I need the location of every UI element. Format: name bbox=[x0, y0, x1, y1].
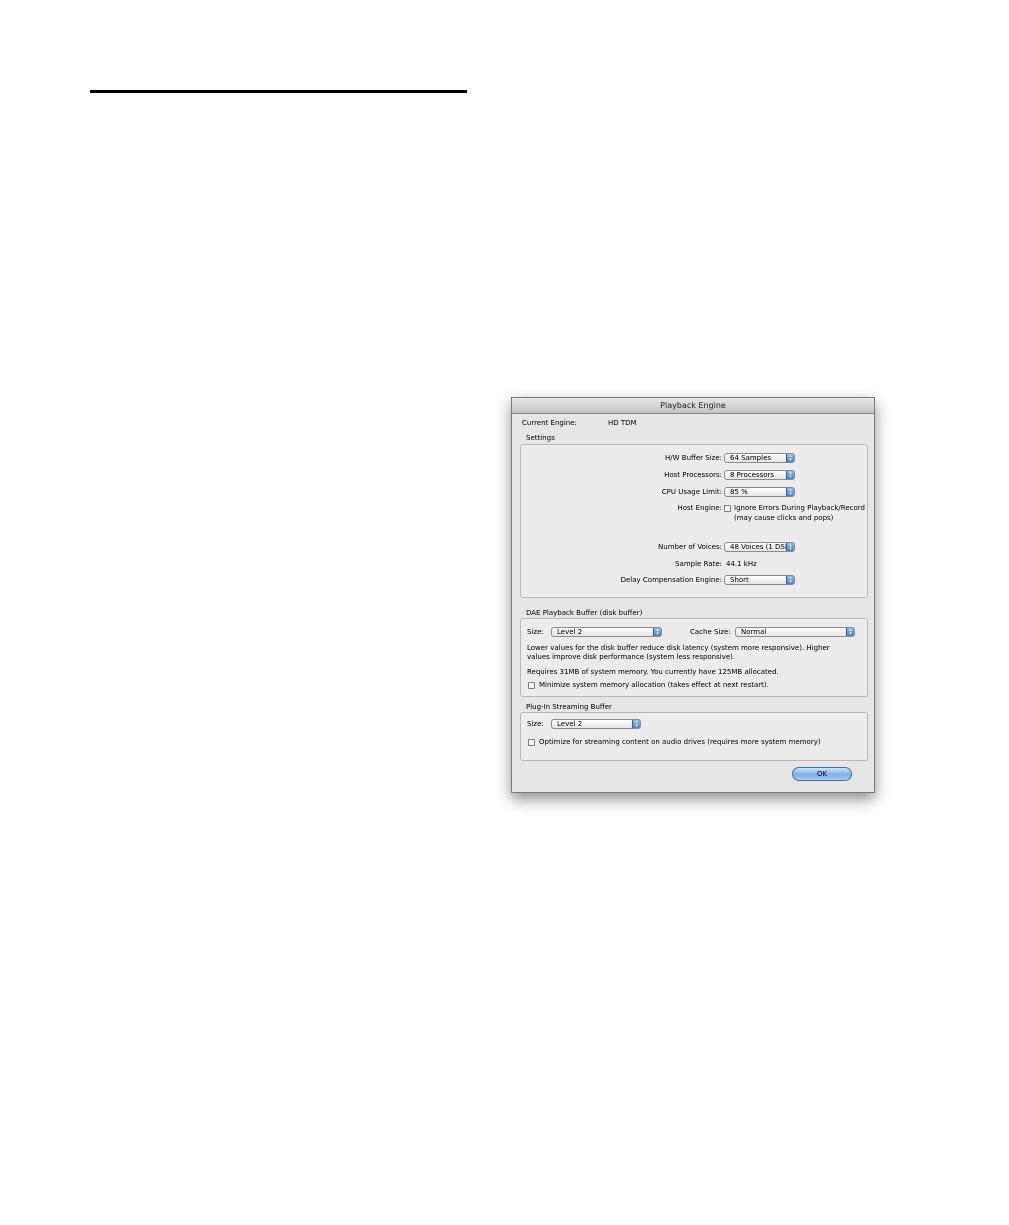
dae-buffer-group-label: DAE Playback Buffer (disk buffer) bbox=[526, 609, 643, 617]
delay-comp-popup[interactable]: Short ▴ ▾ bbox=[724, 575, 795, 585]
dae-buffer-group: Size: Level 2 ▴ ▾ Cache Size: Normal ▴ ▾ L… bbox=[520, 618, 868, 697]
ok-button[interactable]: OK bbox=[792, 767, 852, 781]
optimize-streaming-checkbox[interactable] bbox=[528, 739, 535, 746]
delay-comp-label: Delay Compensation Engine: bbox=[620, 576, 722, 584]
playback-engine-dialog: Playback Engine Current Engine: HD TDM S… bbox=[511, 397, 875, 793]
plugin-buffer-group-label: Plug-In Streaming Buffer bbox=[526, 703, 612, 711]
memory-note: Requires 31MB of system memory. You curr… bbox=[527, 668, 779, 676]
current-engine-label: Current Engine: bbox=[522, 419, 577, 427]
dae-size-popup[interactable]: Level 2 ▴ ▾ bbox=[551, 627, 662, 637]
plugin-size-popup[interactable]: Level 2 ▴ ▾ bbox=[551, 719, 641, 729]
window-title: Playback Engine bbox=[512, 398, 874, 414]
settings-group: H/W Buffer Size: 64 Samples ▴ ▾ Host Proc… bbox=[520, 444, 868, 598]
updown-arrows-icon: ▴ ▾ bbox=[653, 628, 661, 636]
updown-arrows-icon: ▴ ▾ bbox=[786, 488, 794, 496]
cpu-usage-value: 85 % bbox=[730, 488, 748, 496]
host-engine-note: (may cause clicks and pops) bbox=[734, 514, 834, 522]
cache-size-popup[interactable]: Normal ▴ ▾ bbox=[735, 627, 855, 637]
current-engine-value: HD TDM bbox=[608, 419, 637, 427]
page-header-rule bbox=[90, 90, 467, 93]
hw-buffer-popup[interactable]: 64 Samples ▴ ▾ bbox=[724, 453, 795, 463]
updown-arrows-icon: ▴ ▾ bbox=[786, 471, 794, 479]
cpu-usage-label: CPU Usage Limit: bbox=[661, 488, 722, 496]
hw-buffer-value: 64 Samples bbox=[730, 454, 772, 462]
ignore-errors-checkbox[interactable] bbox=[724, 505, 731, 512]
dae-desc-line2: values improve disk performance (system … bbox=[527, 653, 736, 661]
updown-arrows-icon: ▴ ▾ bbox=[632, 720, 640, 728]
dae-size-label: Size: bbox=[527, 628, 544, 636]
host-processors-value: 8 Processors bbox=[730, 471, 775, 479]
sample-rate-label: Sample Rate: bbox=[675, 560, 722, 568]
cpu-usage-popup[interactable]: 85 % ▴ ▾ bbox=[724, 487, 795, 497]
host-processors-popup[interactable]: 8 Processors ▴ ▾ bbox=[724, 470, 795, 480]
updown-arrows-icon: ▴ ▾ bbox=[846, 628, 854, 636]
cache-size-label: Cache Size: bbox=[690, 628, 731, 636]
host-processors-label: Host Processors: bbox=[664, 471, 722, 479]
settings-group-label: Settings bbox=[526, 434, 555, 442]
voices-value: 48 Voices (1 DSP) bbox=[730, 543, 792, 551]
delay-comp-value: Short bbox=[730, 576, 749, 584]
sample-rate-value: 44.1 kHz bbox=[726, 560, 757, 568]
ignore-errors-label: Ignore Errors During Playback/Record bbox=[734, 504, 865, 512]
plugin-size-value: Level 2 bbox=[557, 720, 583, 728]
dae-desc-line1: Lower values for the disk buffer reduce … bbox=[527, 644, 830, 652]
plugin-size-label: Size: bbox=[527, 720, 544, 728]
voices-popup[interactable]: 48 Voices (1 DSP) ▴ ▾ bbox=[724, 542, 795, 552]
voices-label: Number of Voices: bbox=[658, 543, 722, 551]
dae-size-value: Level 2 bbox=[557, 628, 583, 636]
optimize-streaming-label: Optimize for streaming content on audio … bbox=[539, 738, 821, 746]
updown-arrows-icon: ▴ ▾ bbox=[786, 454, 794, 462]
minimize-memory-checkbox[interactable] bbox=[528, 682, 535, 689]
hw-buffer-label: H/W Buffer Size: bbox=[665, 454, 722, 462]
minimize-memory-label: Minimize system memory allocation (takes… bbox=[539, 681, 769, 689]
host-engine-label: Host Engine: bbox=[677, 504, 722, 512]
cache-size-value: Normal bbox=[741, 628, 767, 636]
updown-arrows-icon: ▴ ▾ bbox=[786, 576, 794, 584]
plugin-buffer-group: Size: Level 2 ▴ ▾ Optimize for streaming … bbox=[520, 712, 868, 761]
updown-arrows-icon: ▴ ▾ bbox=[786, 543, 794, 551]
